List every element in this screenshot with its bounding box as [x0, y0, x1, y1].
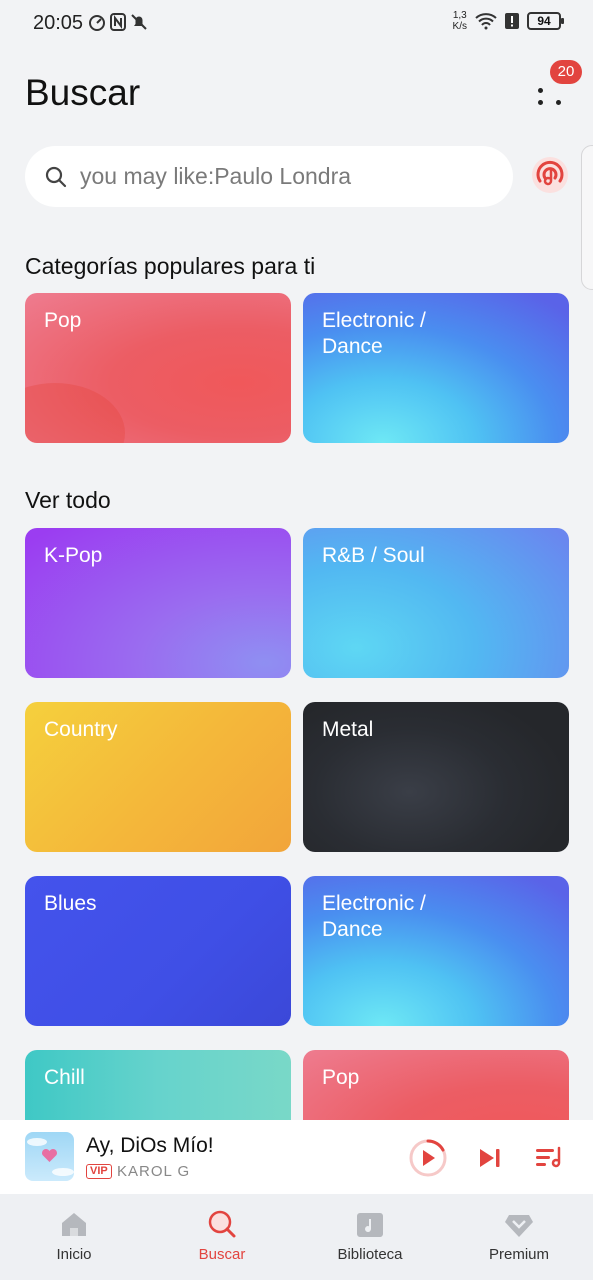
next-track-button[interactable]: [472, 1138, 512, 1178]
speedometer-icon: [89, 15, 105, 31]
category-card-country[interactable]: Country: [25, 702, 291, 852]
library-icon: [357, 1213, 383, 1237]
song-recognition-icon: [532, 157, 568, 193]
category-card-rnb-soul[interactable]: R&B / Soul: [303, 528, 569, 678]
search-input[interactable]: [80, 146, 500, 207]
category-card-electronic-dance[interactable]: Electronic / Dance: [303, 293, 569, 443]
page-title: Buscar: [25, 72, 141, 113]
status-bar: 20:05 1,3 K/s 94: [0, 0, 593, 48]
mini-player[interactable]: Ay, DiOs Mío! VIP KAROL G: [0, 1120, 593, 1194]
category-card-electronic-dance-2[interactable]: Electronic / Dance: [303, 876, 569, 1026]
play-icon: [409, 1139, 447, 1177]
diamond-icon: [505, 1215, 533, 1237]
category-card-pop[interactable]: Pop: [25, 293, 291, 443]
play-button[interactable]: [408, 1138, 448, 1178]
bottom-navigation: Inicio Buscar Biblioteca Premium: [0, 1194, 593, 1280]
category-label: Metal: [322, 718, 374, 741]
all-section-title: Ver todo: [25, 487, 111, 513]
category-card-metal[interactable]: Metal: [303, 702, 569, 852]
nav-item-biblioteca[interactable]: Biblioteca: [310, 1208, 430, 1268]
mute-bell-icon: [131, 14, 147, 30]
category-label: Pop: [322, 1066, 360, 1089]
notification-badge: 20: [550, 60, 582, 84]
nav-item-premium[interactable]: Premium: [459, 1208, 579, 1268]
status-time: 20:05: [33, 12, 84, 34]
nav-item-buscar[interactable]: Buscar: [162, 1208, 282, 1268]
search-icon: [45, 166, 67, 188]
category-card-kpop[interactable]: K-Pop: [25, 528, 291, 678]
vip-badge: VIP: [86, 1164, 112, 1179]
category-label: Electronic / Dance: [322, 309, 426, 358]
alert-icon: [505, 13, 519, 29]
category-card-blues[interactable]: Blues: [25, 876, 291, 1026]
category-label: Chill: [44, 1066, 85, 1089]
artist-name: KAROL G: [117, 1163, 191, 1180]
battery-indicator: 94: [527, 12, 564, 30]
category-label: R&B / Soul: [322, 544, 425, 567]
category-label: Country: [44, 718, 118, 741]
song-recognition-button[interactable]: [530, 155, 570, 195]
song-title: Ay, DiOs Mío!: [86, 1134, 214, 1157]
side-panel-handle[interactable]: [581, 145, 593, 290]
wifi-icon: [475, 13, 497, 30]
queue-list-icon: [536, 1146, 561, 1168]
home-icon: [62, 1213, 86, 1236]
category-label: Electronic / Dance: [322, 892, 426, 941]
category-label: K-Pop: [44, 544, 103, 567]
popular-section-title: Categorías populares para ti: [25, 253, 316, 279]
search-icon: [208, 1210, 236, 1238]
nav-item-inicio[interactable]: Inicio: [14, 1208, 134, 1268]
album-cover: [25, 1132, 74, 1181]
playlist-queue-button[interactable]: [533, 1138, 573, 1178]
search-bar[interactable]: [25, 146, 513, 207]
category-label: Blues: [44, 892, 97, 915]
album-art-icon: [27, 1138, 74, 1176]
nfc-icon: [110, 13, 126, 31]
skip-next-icon: [480, 1149, 500, 1167]
category-label: Pop: [44, 309, 82, 332]
network-speed: 1,3 K/s: [452, 10, 467, 32]
